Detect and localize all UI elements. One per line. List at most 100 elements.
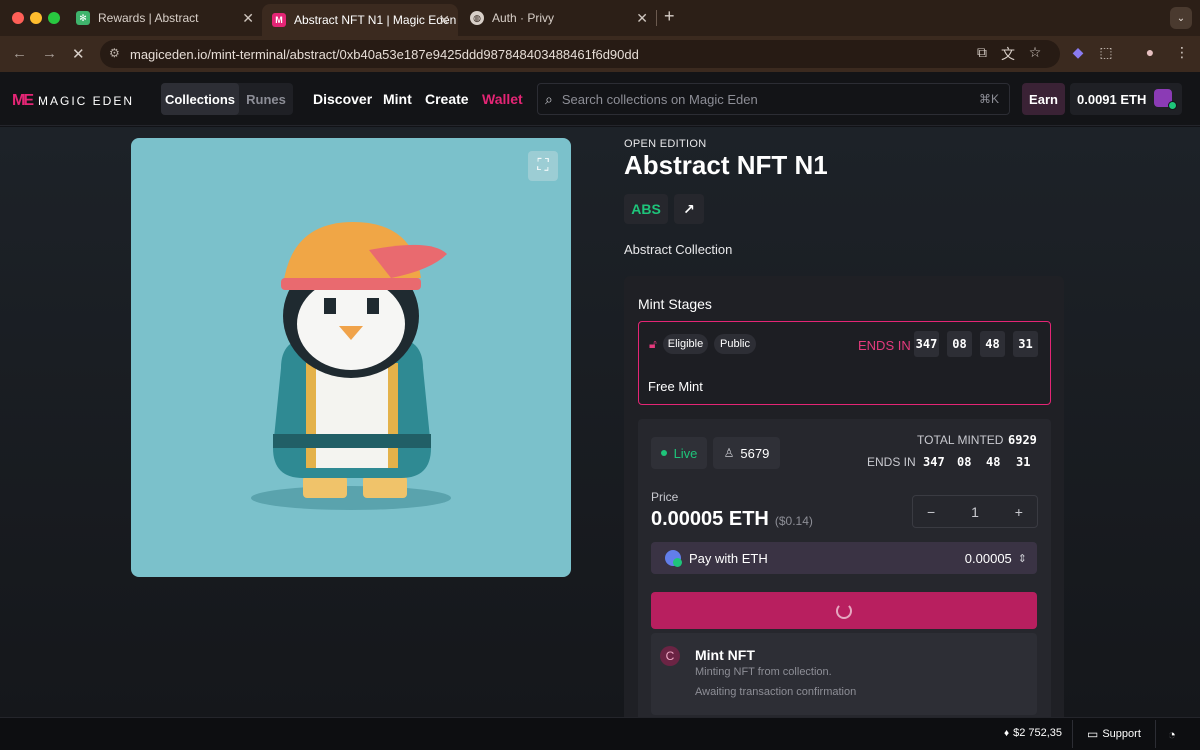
globe-favicon-icon: ◍ (470, 11, 484, 25)
eth-price-ticker: ♦ $2 752,35 (1004, 727, 1062, 739)
nav-wallet[interactable]: Wallet (482, 91, 523, 107)
magic-eden-logo-icon: ME (12, 92, 34, 109)
price-eth: 0.00005 ETH (651, 508, 769, 530)
new-tab-icon[interactable]: + (664, 6, 675, 27)
live-label: Live (673, 445, 698, 461)
nft-artwork-image (131, 138, 571, 577)
tab-divider (656, 10, 657, 26)
wallet-balance-button[interactable]: 0.0091 ETH (1070, 83, 1182, 115)
external-link-button[interactable]: ↗ (674, 194, 704, 224)
ethereum-icon (665, 550, 682, 567)
loading-spinner-icon (836, 602, 852, 619)
quantity-stepper: − 1 + (912, 495, 1038, 528)
bookmark-star-icon[interactable]: ☆ (1025, 44, 1045, 61)
total-minted-label: TOTAL MINTED (917, 433, 1004, 447)
footer-divider (1155, 720, 1156, 748)
collection-name[interactable]: Abstract Collection (624, 242, 732, 257)
close-window-icon[interactable] (12, 12, 24, 24)
search-placeholder: Search collections on Magic Eden (561, 91, 758, 107)
browser-tab-rewards[interactable]: ✻ Rewards | Abstract ✕ (66, 5, 262, 31)
search-input[interactable]: ⌕ Search collections on Magic Eden ⌘K (537, 83, 1010, 115)
pay-with-label: Pay with ETH (689, 550, 768, 566)
mint-button[interactable] (651, 592, 1037, 629)
unlock-icon: 🔓︎ (649, 337, 657, 351)
browser-tab-abstract-nft[interactable]: M Abstract NFT N1 | Magic Eden ✕ (262, 4, 458, 36)
toast-line-2: Awaiting transaction confirmation (695, 686, 857, 698)
translate-icon[interactable]: 文 (998, 44, 1018, 64)
minters-count-badge: ♙ 5679 (713, 437, 780, 469)
expand-fullscreen-button[interactable]: ⛶ (528, 151, 558, 181)
nav-mint[interactable]: Mint (383, 91, 412, 107)
url-text: magiceden.io/mint-terminal/abstract/0xb4… (130, 46, 639, 62)
minimize-window-icon[interactable] (30, 12, 42, 24)
user-icon: ♙ (723, 446, 735, 460)
ethereum-diamond-icon: ♦ (1004, 727, 1010, 739)
address-bar[interactable]: ⚙ magiceden.io/mint-terminal/abstract/0x… (100, 40, 1060, 68)
magic-eden-favicon-icon: M (272, 13, 286, 27)
panel-countdown-seconds: 31 (1016, 455, 1031, 469)
pay-amount: 0.00005 (964, 550, 1012, 566)
close-tab-icon[interactable]: ✕ (242, 10, 254, 27)
live-dot-icon (660, 450, 667, 456)
countdown-minutes: 48 (980, 331, 1005, 357)
back-arrow-icon[interactable]: ← (12, 45, 27, 62)
abstract-chain-badge-icon (1168, 101, 1177, 110)
decrease-quantity-button[interactable]: − (927, 504, 935, 520)
stage-name: Free Mint (648, 379, 703, 394)
chat-icon: ▭ (1087, 727, 1099, 741)
public-badge: Public (714, 334, 756, 354)
install-app-icon[interactable]: ⧉ (972, 44, 992, 61)
support-label: Support (1102, 728, 1141, 740)
panel-countdown-hours: 08 (957, 455, 972, 469)
extension-ghost-icon[interactable]: ◆ (1068, 44, 1088, 61)
footer-divider (1072, 720, 1073, 748)
countdown-hours: 08 (947, 331, 972, 357)
stage-ends-label: ENDS IN (858, 338, 911, 353)
stop-loading-icon[interactable]: ✕ (72, 45, 85, 63)
tab-title: Auth · Privy (492, 11, 555, 25)
collections-runes-toggle: Collections Runes (161, 83, 293, 115)
mint-stages-title: Mint Stages (638, 296, 712, 312)
cookie-settings-icon[interactable]: ◔ (1168, 727, 1176, 742)
magic-eden-logo[interactable]: ME MAGIC EDEN (12, 92, 134, 110)
search-icon: ⌕ (545, 90, 553, 107)
browser-chrome: ✻ Rewards | Abstract ✕ M Abstract NFT N1… (0, 0, 1200, 72)
mint-progress-icon: C (660, 646, 680, 666)
panel-countdown-days: 347 (923, 455, 945, 469)
tab-title: Rewards | Abstract (98, 11, 199, 25)
chain-chip[interactable]: ABS (624, 194, 668, 224)
segment-runes[interactable]: Runes (239, 83, 293, 115)
increase-quantity-button[interactable]: + (1015, 504, 1023, 520)
segment-collections[interactable]: Collections (161, 83, 239, 115)
minters-count: 5679 (740, 445, 770, 461)
expand-icon: ⛶ (537, 157, 549, 174)
countdown-seconds: 31 (1013, 331, 1038, 357)
panel-ends-label: ENDS IN (867, 455, 916, 469)
countdown-days: 347 (914, 331, 939, 357)
close-tab-icon[interactable]: ✕ (636, 10, 648, 27)
penguin-artwork (251, 222, 451, 510)
nav-create[interactable]: Create (425, 91, 469, 107)
nft-title: Abstract NFT N1 (624, 150, 828, 180)
browser-tab-privy[interactable]: ◍ Auth · Privy ✕ (460, 5, 656, 31)
nav-discover[interactable]: Discover (313, 91, 372, 107)
extensions-puzzle-icon[interactable]: ⬚ (1096, 44, 1116, 61)
close-tab-icon[interactable]: ✕ (438, 12, 450, 29)
tab-strip: ✻ Rewards | Abstract ✕ M Abstract NFT N1… (0, 0, 1200, 36)
support-button[interactable]: ▭ Support (1087, 727, 1141, 741)
logo-text: MAGIC EDEN (38, 94, 135, 108)
tab-title: Abstract NFT N1 | Magic Eden (294, 13, 457, 27)
forward-arrow-icon[interactable]: → (42, 45, 57, 62)
browser-menu-icon[interactable]: ⋮ (1172, 44, 1192, 61)
site-settings-icon[interactable]: ⚙ (109, 46, 120, 60)
zoom-window-icon[interactable] (48, 12, 60, 24)
profile-avatar-icon[interactable]: ● (1140, 44, 1160, 60)
select-chevron-icon: ⇕ (1017, 552, 1027, 565)
quantity-value[interactable]: 1 (971, 504, 979, 520)
tab-search-chevron-icon[interactable]: ⌄ (1170, 7, 1192, 29)
panel-countdown-minutes: 48 (986, 455, 1001, 469)
payment-method-select[interactable]: Pay with ETH 0.00005 ⇕ (651, 542, 1037, 574)
earn-button[interactable]: Earn (1022, 83, 1065, 115)
eligible-badge: Eligible (663, 334, 708, 354)
abstract-favicon-icon: ✻ (76, 11, 90, 25)
